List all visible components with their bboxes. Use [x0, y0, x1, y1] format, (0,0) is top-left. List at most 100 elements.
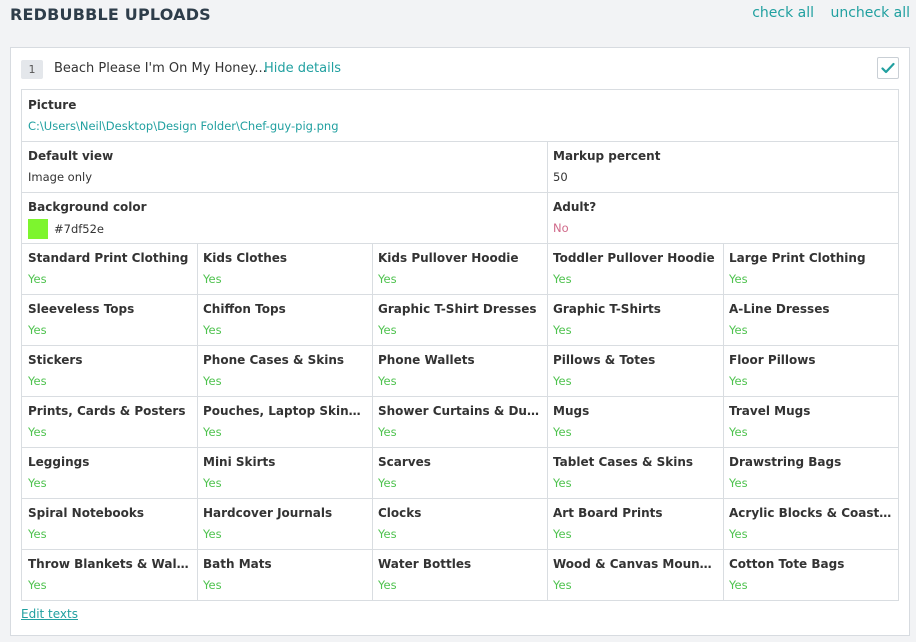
product-value: Yes	[203, 527, 222, 541]
product-label: Standard Print Clothing	[28, 251, 189, 265]
page-header: REDBUBBLE UPLOADS check all uncheck all	[10, 4, 912, 26]
grid-divider	[22, 243, 898, 244]
product-cell: Mugs Yes	[547, 396, 723, 447]
product-label: Art Board Prints	[553, 506, 663, 520]
product-label: Kids Clothes	[203, 251, 288, 265]
default-view-value: Image only	[28, 170, 92, 184]
grid-divider	[197, 243, 198, 600]
product-value: Yes	[203, 323, 222, 337]
product-label: Acrylic Blocks & Coasters	[729, 506, 898, 520]
grid-divider	[22, 498, 898, 499]
product-label: Leggings	[28, 455, 90, 469]
product-cell: Phone Cases & Skins Yes	[197, 345, 372, 396]
upload-title: Beach Please I'm On My Honey...	[54, 61, 267, 76]
product-value: Yes	[378, 476, 397, 490]
background-color-label: Background color	[28, 200, 147, 214]
product-cell: Pouches, Laptop Skins & ... Yes	[197, 396, 372, 447]
product-label: Water Bottles	[378, 557, 472, 571]
product-value: Yes	[553, 578, 572, 592]
markup-percent-label: Markup percent	[553, 149, 661, 163]
product-value: Yes	[203, 425, 222, 439]
product-label: Graphic T-Shirt Dresses	[378, 302, 537, 316]
grid-divider	[22, 549, 898, 550]
product-value: Yes	[203, 578, 222, 592]
product-label: Phone Wallets	[378, 353, 475, 367]
product-cell: Prints, Cards & Posters Yes	[22, 396, 197, 447]
product-label: Chiffon Tops	[203, 302, 286, 316]
product-value: Yes	[553, 272, 572, 286]
grid-divider	[372, 243, 373, 600]
product-value: Yes	[378, 425, 397, 439]
product-cell: Large Print Clothing Yes	[723, 243, 898, 294]
product-label: Phone Cases & Skins	[203, 353, 345, 367]
product-value: Yes	[729, 578, 748, 592]
markup-percent-value: 50	[553, 170, 568, 184]
product-value: Yes	[203, 476, 222, 490]
product-label: Shower Curtains & Duvets	[378, 404, 547, 418]
color-swatch	[28, 219, 48, 239]
default-view-label: Default view	[28, 149, 114, 163]
product-cell: Hardcover Journals Yes	[197, 498, 372, 549]
product-label: Mugs	[553, 404, 590, 418]
product-cell: Spiral Notebooks Yes	[22, 498, 197, 549]
product-label: Mini Skirts	[203, 455, 276, 469]
product-value: Yes	[729, 425, 748, 439]
adult-label: Adult?	[553, 200, 597, 214]
product-label: Large Print Clothing	[729, 251, 866, 265]
product-label: Throw Blankets & Wall Ta...	[28, 557, 197, 571]
product-cell: Kids Pullover Hoodie Yes	[372, 243, 547, 294]
product-cell: Water Bottles Yes	[372, 549, 547, 600]
picture-cell: Picture C:\Users\Neil\Desktop\Design Fol…	[22, 90, 898, 141]
details-grid: Picture C:\Users\Neil\Desktop\Design Fol…	[21, 89, 899, 601]
grid-divider	[22, 447, 898, 448]
product-cell: Stickers Yes	[22, 345, 197, 396]
product-label: Pouches, Laptop Skins & ...	[203, 404, 372, 418]
upload-checkbox[interactable]	[877, 57, 899, 79]
product-value: Yes	[553, 374, 572, 388]
product-value: Yes	[378, 374, 397, 388]
grid-divider	[723, 243, 724, 600]
product-value: Yes	[28, 476, 47, 490]
product-value: Yes	[378, 323, 397, 337]
product-value: Yes	[378, 578, 397, 592]
product-label: Tablet Cases & Skins	[553, 455, 694, 469]
picture-path-link[interactable]: C:\Users\Neil\Desktop\Design Folder\Chef…	[28, 119, 898, 133]
product-label: Pillows & Totes	[553, 353, 656, 367]
edit-texts-link[interactable]: Edit texts	[21, 607, 78, 621]
product-cell: Graphic T-Shirt Dresses Yes	[372, 294, 547, 345]
product-value: Yes	[729, 374, 748, 388]
grid-divider	[22, 192, 898, 193]
upload-card: 1 Beach Please I'm On My Honey... Hide d…	[10, 47, 910, 636]
hide-details-link[interactable]: Hide details	[264, 61, 341, 76]
product-cell: A-Line Dresses Yes	[723, 294, 898, 345]
product-cell: Graphic T-Shirts Yes	[547, 294, 723, 345]
product-label: A-Line Dresses	[729, 302, 830, 316]
uncheck-all-link[interactable]: uncheck all	[830, 5, 910, 21]
product-value: Yes	[28, 578, 47, 592]
upload-index-badge: 1	[21, 60, 43, 79]
product-cell: Clocks Yes	[372, 498, 547, 549]
check-icon	[881, 62, 895, 74]
check-all-link[interactable]: check all	[752, 5, 814, 21]
product-label: Cotton Tote Bags	[729, 557, 845, 571]
product-label: Stickers	[28, 353, 83, 367]
grid-divider	[22, 141, 898, 142]
product-value: Yes	[729, 527, 748, 541]
product-value: Yes	[378, 527, 397, 541]
product-cell: Bath Mats Yes	[197, 549, 372, 600]
product-value: Yes	[203, 374, 222, 388]
default-view-cell: Default view Image only	[22, 141, 547, 192]
background-color-display: #7df52e	[28, 219, 547, 239]
picture-label: Picture	[28, 98, 77, 112]
product-label: Prints, Cards & Posters	[28, 404, 186, 418]
grid-divider	[547, 141, 548, 243]
product-value: Yes	[28, 272, 47, 286]
product-label: Scarves	[378, 455, 431, 469]
product-cell: Wood & Canvas Mounted ... Yes	[547, 549, 723, 600]
product-label: Travel Mugs	[729, 404, 811, 418]
product-value: Yes	[553, 323, 572, 337]
product-label: Drawstring Bags	[729, 455, 842, 469]
product-value: Yes	[553, 476, 572, 490]
product-cell: Travel Mugs Yes	[723, 396, 898, 447]
grid-divider	[22, 396, 898, 397]
